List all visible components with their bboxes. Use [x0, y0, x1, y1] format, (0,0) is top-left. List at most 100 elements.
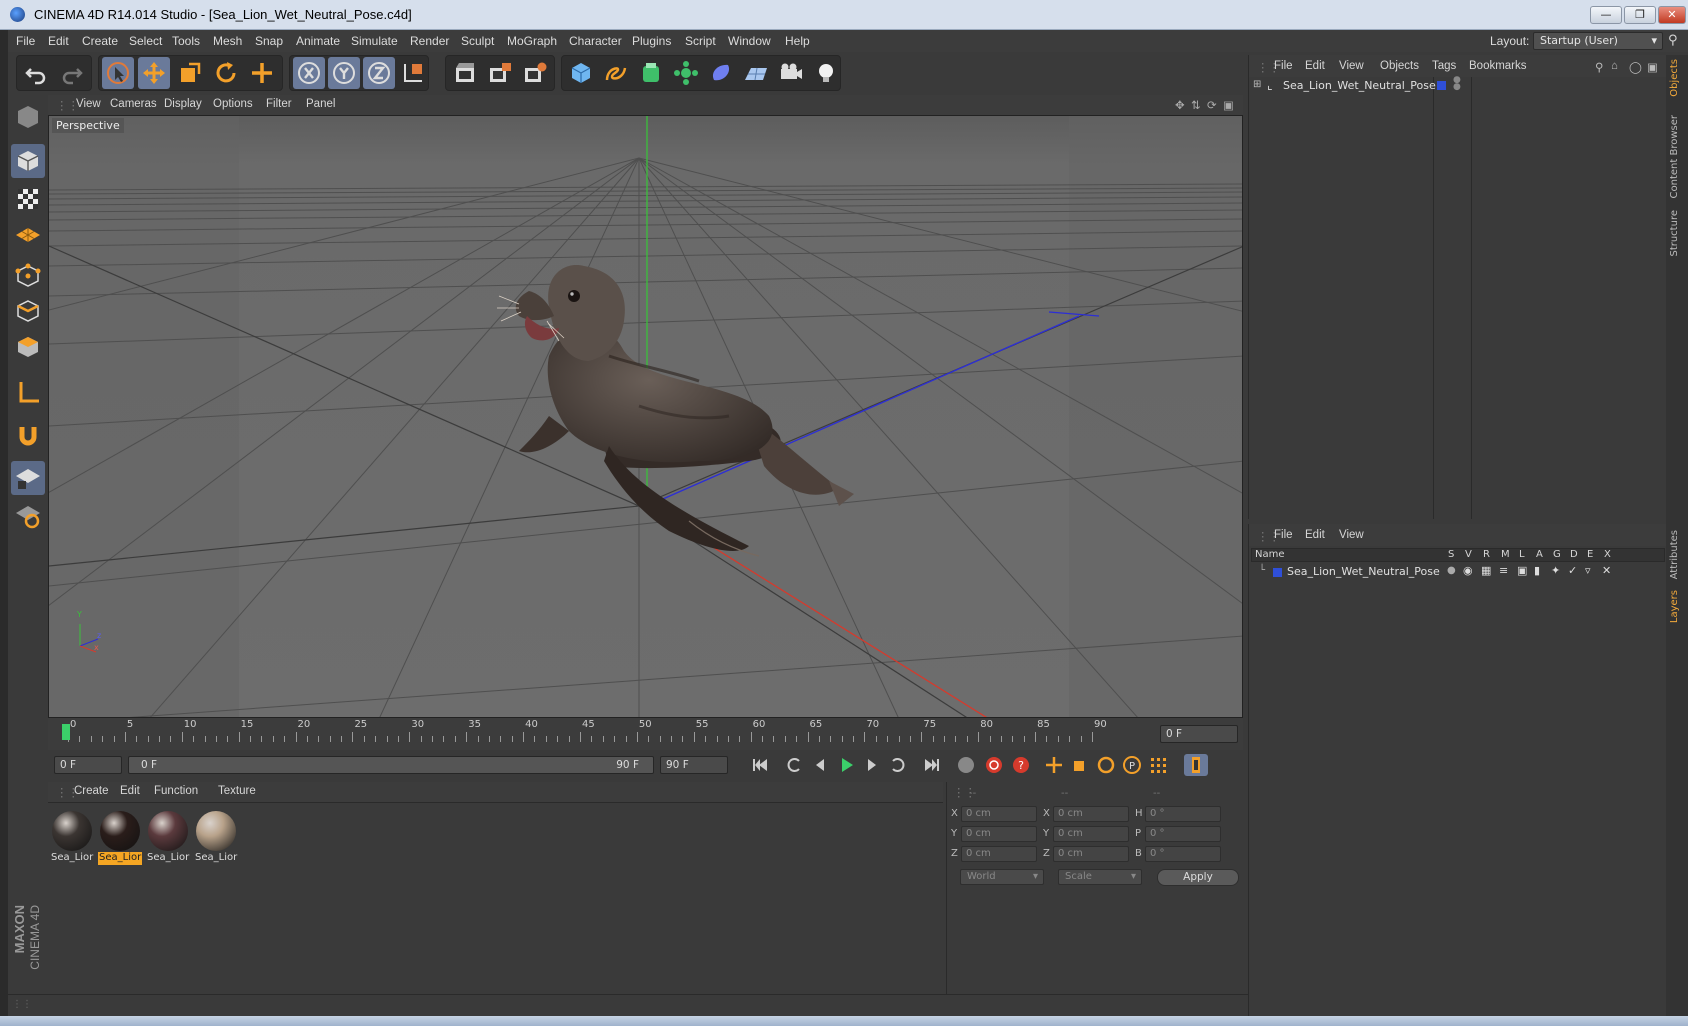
new-view-icon[interactable]: ▣ [1647, 60, 1658, 74]
nurbs-icon[interactable] [635, 57, 667, 89]
render-toggle-icon[interactable]: ▦ [1481, 564, 1491, 577]
locked-workplane-icon[interactable] [11, 461, 45, 495]
collapse-icon[interactable]: ◯ [1629, 60, 1642, 74]
end-frame-field[interactable]: 90 F [660, 756, 728, 774]
frame-range-slider[interactable]: 0 F 90 F [128, 756, 654, 774]
polygons-mode-icon[interactable] [11, 330, 45, 364]
magnet-icon[interactable] [11, 419, 45, 453]
x-axis-icon[interactable] [293, 57, 325, 89]
key-position-icon[interactable] [1042, 754, 1066, 776]
cube-icon[interactable] [565, 57, 597, 89]
column-manager[interactable]: M [1501, 549, 1510, 560]
deformers-toggle-icon[interactable]: ✓ [1568, 564, 1577, 577]
model-mode-icon[interactable] [11, 100, 45, 134]
objects-menu-bookmarks[interactable]: Bookmarks [1469, 60, 1527, 72]
maximize-view-icon[interactable]: ▣ [1223, 98, 1234, 112]
record-active-icon[interactable] [982, 754, 1006, 776]
axis-mode-icon[interactable] [11, 376, 45, 410]
solo-toggle-icon[interactable]: ● [1447, 565, 1456, 576]
record-position-icon[interactable] [954, 754, 978, 776]
menu-script[interactable]: Script [685, 34, 716, 48]
size-mode-dropdown[interactable]: Scale ▾ [1058, 869, 1142, 885]
viewport-menu-options[interactable]: Options [213, 98, 253, 110]
visibility-dots-icon[interactable]: ● ● [1453, 76, 1461, 92]
menu-tools[interactable]: Tools [172, 34, 200, 48]
tab-content-browser[interactable]: Content Browser [1669, 115, 1685, 198]
menu-snap[interactable]: Snap [255, 34, 283, 48]
objects-menu-view[interactable]: View [1339, 60, 1364, 72]
autokey-icon[interactable]: ? [1009, 754, 1033, 776]
texture-mode-icon[interactable] [11, 182, 45, 216]
deformer-icon[interactable] [705, 57, 737, 89]
planar-workplane-icon[interactable] [11, 498, 45, 532]
pos-z-field[interactable]: 0 cm [961, 846, 1037, 862]
layer-name[interactable]: Sea_Lion_Wet_Neutral_Pose [1287, 565, 1440, 578]
menu-mograph[interactable]: MoGraph [507, 34, 557, 48]
z-axis-icon[interactable] [363, 57, 395, 89]
rot-b-field[interactable]: 0 ° [1145, 846, 1221, 862]
menu-mesh[interactable]: Mesh [213, 34, 242, 48]
menu-simulate[interactable]: Simulate [351, 34, 398, 48]
column-xref[interactable]: X [1604, 549, 1611, 560]
material-item[interactable]: Sea_Lior [146, 809, 190, 865]
render-settings-icon[interactable] [519, 57, 551, 89]
scale-icon[interactable] [174, 57, 206, 89]
layers-menu-view[interactable]: View [1339, 529, 1364, 541]
viewport-menu-filter[interactable]: Filter [266, 98, 292, 110]
menu-character[interactable]: Character [569, 34, 622, 48]
object-mode-icon[interactable] [11, 144, 45, 178]
spline-icon[interactable] [600, 57, 632, 89]
add-object-icon[interactable] [246, 57, 278, 89]
tab-objects[interactable]: Objects [1669, 59, 1685, 97]
zoom-view-icon[interactable]: ⇅ [1191, 98, 1201, 112]
column-expressions[interactable]: E [1587, 549, 1593, 560]
rotate-view-icon[interactable]: ⟳ [1207, 98, 1217, 112]
home-icon[interactable]: ⌂ [1611, 60, 1618, 72]
expressions-toggle-icon[interactable]: ▿ [1585, 564, 1591, 577]
size-y-field[interactable]: 0 cm [1053, 826, 1129, 842]
visible-toggle-icon[interactable]: ◉ [1463, 564, 1473, 577]
material-menu-function[interactable]: Function [154, 785, 198, 797]
search-icon[interactable]: ⚲ [1595, 60, 1603, 74]
objects-menu-edit[interactable]: Edit [1305, 60, 1325, 72]
pos-x-field[interactable]: 0 cm [961, 806, 1037, 822]
menu-window[interactable]: Window [728, 34, 771, 48]
next-key-icon[interactable] [886, 754, 910, 776]
rot-h-field[interactable]: 0 ° [1145, 806, 1221, 822]
coordinate-space-dropdown[interactable]: World ▾ [960, 869, 1044, 885]
edges-mode-icon[interactable] [11, 294, 45, 328]
go-to-start-icon[interactable] [748, 754, 772, 776]
timeline-window-icon[interactable] [1184, 754, 1208, 776]
material-item-selected[interactable]: Sea_Lior [98, 809, 142, 865]
viewport-menu-cameras[interactable]: Cameras [110, 98, 157, 110]
object-name[interactable]: Sea_Lion_Wet_Neutral_Pose [1283, 79, 1436, 92]
search-icon[interactable]: ⚲ [1668, 33, 1678, 48]
menu-plugins[interactable]: Plugins [632, 34, 671, 48]
column-generators[interactable]: G [1553, 549, 1561, 560]
animation-toggle-icon[interactable]: ▮ [1534, 564, 1540, 577]
layer-row[interactable]: └ Sea_Lion_Wet_Neutral_Pose ● ◉ ▦ ≡ ▣ ▮ … [1251, 564, 1665, 580]
minimize-button[interactable]: — [1590, 6, 1622, 24]
menu-help[interactable]: Help [785, 34, 810, 48]
points-mode-icon[interactable] [11, 259, 45, 293]
column-locked[interactable]: L [1519, 549, 1525, 560]
layers-menu-edit[interactable]: Edit [1305, 529, 1325, 541]
material-menu-texture[interactable]: Texture [218, 785, 256, 797]
rotate-icon[interactable] [210, 57, 242, 89]
menu-create[interactable]: Create [82, 34, 118, 48]
redo-icon[interactable] [56, 57, 88, 89]
restore-button[interactable]: ❐ [1624, 6, 1656, 24]
tab-layers[interactable]: Layers [1669, 590, 1685, 623]
column-solo[interactable]: S [1448, 549, 1454, 560]
tab-attributes[interactable]: Attributes [1669, 530, 1685, 579]
objects-menu-objects[interactable]: Objects [1380, 60, 1419, 72]
move-icon[interactable] [138, 57, 170, 89]
size-z-field[interactable]: 0 cm [1053, 846, 1129, 862]
column-name[interactable]: Name [1255, 549, 1285, 560]
workplane-icon[interactable] [11, 218, 45, 252]
menu-select[interactable]: Select [129, 34, 162, 48]
layer-color-swatch[interactable] [1437, 81, 1446, 90]
viewport-menu-display[interactable]: Display [164, 98, 202, 110]
play-icon[interactable] [834, 754, 858, 776]
previous-frame-icon[interactable] [808, 754, 832, 776]
